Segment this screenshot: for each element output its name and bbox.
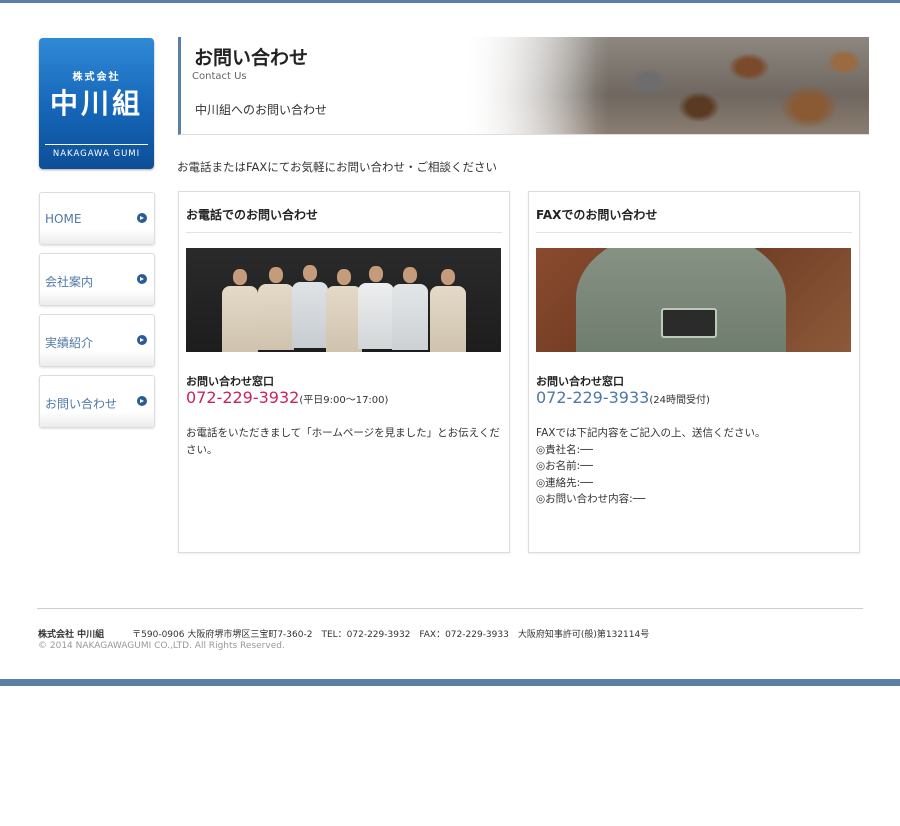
header-photo <box>449 37 869 134</box>
phone-hours: (平日9:00〜17:00) <box>299 395 389 406</box>
divider <box>186 232 502 233</box>
phone-number-line: 072-229-3932(平日9:00〜17:00) <box>186 388 388 407</box>
chevron-right-icon <box>137 396 147 406</box>
fax-note-line: ◎連絡先:── <box>536 476 593 489</box>
footer-address: 〒590-0906 大阪府堺市堺区三宝町7-360-2 TEL：072-229-… <box>132 630 650 640</box>
fax-note-line: ◎お名前:── <box>536 460 593 472</box>
chevron-right-icon <box>137 335 147 345</box>
fax-window-label: お問い合わせ窓口 <box>536 375 624 388</box>
nav-item-label: 会社案内 <box>45 275 94 289</box>
page-title: お問い合わせ <box>194 47 309 69</box>
logo-name: 中川組 <box>49 87 143 120</box>
intro-text: お電話またはFAXにてお気軽にお問い合わせ・ご相談ください <box>177 160 497 174</box>
company-logo[interactable]: 株式会社 中川組 NAKAGAWA GUMI <box>39 38 154 169</box>
fax-contact-box: FAXでのお問い合わせ お問い合わせ窓口 072-229-3933(24時間受付… <box>528 191 860 553</box>
nav-item-works[interactable]: 実績紹介 <box>39 314 155 367</box>
nav-item-label: HOME <box>45 212 82 226</box>
phone-window-label: お問い合わせ窓口 <box>186 375 274 388</box>
footer-company: 株式会社 中川組 <box>38 630 105 640</box>
phone-number[interactable]: 072-229-3932 <box>186 388 299 407</box>
product-photo <box>536 248 851 352</box>
footer-info: 株式会社 中川組 〒590-0906 大阪府堺市堺区三宝町7-360-2 TEL：… <box>38 627 649 640</box>
phone-contact-box: お電話でのお問い合わせ お問い合わせ窓口 072-229-3932(平日9:00… <box>178 191 510 553</box>
divider <box>536 232 852 233</box>
chevron-right-icon <box>137 274 147 284</box>
footer-copyright: © 2014 NAKAGAWAGUMI CO.,LTD. All Rights … <box>38 641 285 651</box>
page-subtitle: Contact Us <box>192 71 247 82</box>
bottom-accent-bar <box>0 679 900 686</box>
page-description: 中川組へのお問い合わせ <box>195 103 328 117</box>
fax-hours: (24時間受付) <box>649 395 710 406</box>
nav-item-label: お問い合わせ <box>45 397 118 411</box>
page-header: お問い合わせ Contact Us 中川組へのお問い合わせ <box>178 37 869 135</box>
footer-divider <box>37 608 863 609</box>
fax-note-line: ◎お問い合わせ内容:── <box>536 493 646 505</box>
fax-note-line: ◎貴社名:── <box>536 443 593 456</box>
fax-note: FAXでは下記内容をご記入の上、送信ください。 ◎貴社名:── ◎お名前:── … <box>536 425 765 508</box>
nav-item-label: 実績紹介 <box>45 336 94 350</box>
nav-item-company[interactable]: 会社案内 <box>39 253 155 306</box>
staff-photo <box>186 248 501 352</box>
phone-note: お電話をいただきまして「ホームページを見ました」とお伝えください。 <box>186 427 500 456</box>
logo-english: NAKAGAWA GUMI <box>52 149 141 159</box>
logo-small-text: 株式会社 <box>72 72 121 83</box>
fax-note-line: FAXでは下記内容をご記入の上、送信ください。 <box>536 427 766 439</box>
phone-box-title: お電話でのお問い合わせ <box>186 208 319 222</box>
fax-number: 072-229-3933 <box>536 388 650 407</box>
fax-number-line: 072-229-3933(24時間受付) <box>536 388 710 407</box>
top-accent-bar <box>0 0 900 3</box>
chevron-right-icon <box>137 213 147 223</box>
nav-item-contact[interactable]: お問い合わせ <box>39 375 155 428</box>
nav-item-home[interactable]: HOME <box>39 192 155 245</box>
fax-box-title: FAXでのお問い合わせ <box>536 208 658 222</box>
logo-divider <box>45 144 148 145</box>
